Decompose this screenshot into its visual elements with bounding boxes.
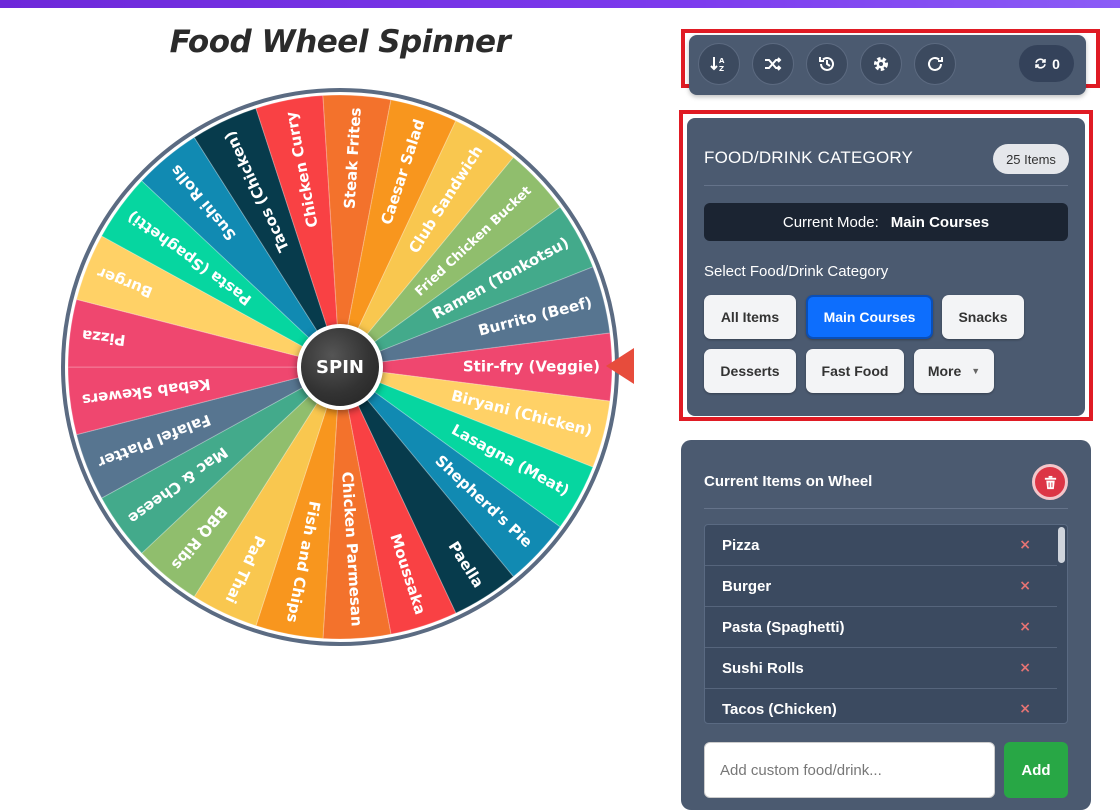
remove-item-button[interactable]: × bbox=[1019, 701, 1031, 717]
settings-button[interactable] bbox=[860, 43, 902, 85]
items-panel: Current Items on Wheel Pizza × Burger × Pa… bbox=[681, 440, 1091, 810]
divider bbox=[704, 185, 1068, 186]
items-title: Current Items on Wheel bbox=[704, 473, 873, 490]
list-item: Tacos (Chicken) × bbox=[705, 689, 1057, 723]
list-item: Burger × bbox=[705, 566, 1057, 607]
gear-icon bbox=[874, 57, 888, 71]
item-count-badge: 25 Items bbox=[993, 144, 1069, 174]
list-item: Pasta (Spaghetti) × bbox=[705, 607, 1057, 648]
list-scrollbar[interactable] bbox=[1058, 527, 1065, 563]
trash-icon bbox=[1044, 475, 1056, 489]
divider bbox=[704, 508, 1068, 509]
current-mode-bar: Current Mode: Main Courses bbox=[704, 203, 1068, 241]
item-name: Sushi Rolls bbox=[722, 659, 804, 677]
history-icon bbox=[819, 56, 834, 71]
category-fast-food-button[interactable]: Fast Food bbox=[806, 349, 904, 393]
redo-button[interactable] bbox=[914, 43, 956, 85]
page-title: Food Wheel Spinner bbox=[169, 24, 511, 60]
list-item: Pizza × bbox=[705, 525, 1057, 566]
add-item-button[interactable]: Add bbox=[1004, 742, 1068, 798]
spin-button[interactable]: SPIN bbox=[297, 324, 383, 410]
list-item: Sushi Rolls × bbox=[705, 648, 1057, 689]
sort-icon: AZ bbox=[710, 57, 725, 73]
remove-item-button[interactable]: × bbox=[1019, 660, 1031, 676]
clear-items-button[interactable] bbox=[1032, 464, 1068, 500]
add-item-input[interactable] bbox=[704, 742, 995, 798]
item-name: Tacos (Chicken) bbox=[722, 700, 837, 718]
sync-icon bbox=[1035, 58, 1046, 69]
category-desserts-button[interactable]: Desserts bbox=[704, 349, 796, 393]
remove-item-button[interactable]: × bbox=[1019, 578, 1031, 594]
category-panel: FOOD/DRINK CATEGORY 25 Items Current Mod… bbox=[687, 118, 1085, 416]
remove-item-button[interactable]: × bbox=[1019, 537, 1031, 553]
item-name: Pizza bbox=[722, 536, 760, 554]
wheel-pointer bbox=[606, 348, 634, 384]
shuffle-icon bbox=[765, 57, 782, 71]
caret-down-icon: ▼ bbox=[971, 366, 981, 376]
item-name: Pasta (Spaghetti) bbox=[722, 618, 845, 636]
more-label: More bbox=[927, 363, 962, 379]
select-category-label: Select Food/Drink Category bbox=[704, 263, 889, 280]
top-accent-bar bbox=[0, 0, 1120, 8]
category-title: FOOD/DRINK CATEGORY bbox=[704, 148, 914, 167]
wheel-segment-label: Stir-fry (Veggie) bbox=[463, 358, 600, 376]
redo-icon bbox=[928, 56, 943, 71]
history-button[interactable] bbox=[806, 43, 848, 85]
category-more-dropdown[interactable]: More ▼ bbox=[914, 349, 994, 393]
item-name: Burger bbox=[722, 577, 772, 595]
svg-text:Z: Z bbox=[719, 65, 724, 73]
remove-item-button[interactable]: × bbox=[1019, 619, 1031, 635]
wheel-toolbar: AZ 0 bbox=[689, 35, 1086, 95]
sort-button[interactable]: AZ bbox=[698, 43, 740, 85]
mode-value: Main Courses bbox=[890, 213, 990, 231]
shuffle-button[interactable] bbox=[752, 43, 794, 85]
spin-count: 0 bbox=[1052, 55, 1060, 72]
items-list[interactable]: Pizza × Burger × Pasta (Spaghetti) × Sushi … bbox=[704, 524, 1068, 724]
category-main-courses-button[interactable]: Main Courses bbox=[806, 295, 933, 339]
category-all-items-button[interactable]: All Items bbox=[704, 295, 796, 339]
category-snacks-button[interactable]: Snacks bbox=[942, 295, 1024, 339]
mode-label: Current Mode: bbox=[782, 213, 879, 231]
spin-counter: 0 bbox=[1019, 45, 1074, 82]
svg-text:A: A bbox=[719, 57, 725, 65]
